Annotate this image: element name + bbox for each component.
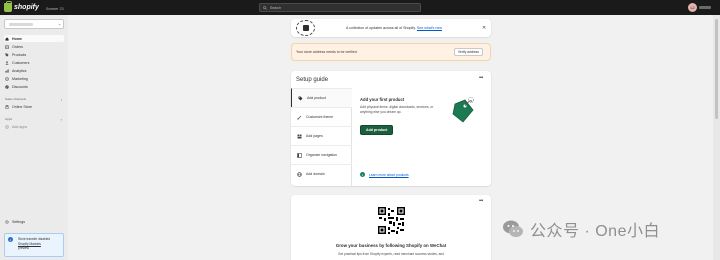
search-input[interactable] xyxy=(270,5,410,10)
pages-icon xyxy=(297,134,302,139)
banner-message: A collection of updates across all of Sh… xyxy=(346,26,416,30)
step-add-domain[interactable]: Add domain xyxy=(291,164,352,183)
wechat-watermark: 公众号 · One小白 xyxy=(502,217,660,241)
setup-guide-card: Setup guide ••• Add product Customize th… xyxy=(291,71,491,186)
sidebar-item-label: Add apps xyxy=(12,124,28,129)
chevron-right-icon: › xyxy=(60,96,62,102)
sidebar-item-label: Products xyxy=(12,52,27,57)
info-icon: i xyxy=(360,172,365,177)
chart-icon xyxy=(5,68,9,73)
wechat-logo-icon xyxy=(503,220,523,237)
top-bar: shopify Summer '23 LJ xyxy=(0,0,720,15)
apps-header[interactable]: Apps › xyxy=(5,116,62,122)
step-detail-title: Add your first product xyxy=(360,97,405,102)
store-icon xyxy=(5,104,9,109)
page-scrollbar[interactable] xyxy=(713,15,720,260)
brush-icon xyxy=(297,115,302,120)
sidebar-item-products[interactable]: Products xyxy=(4,51,64,58)
orders-icon xyxy=(5,45,9,49)
sidebar-item-home[interactable]: Home xyxy=(4,35,64,42)
step-label: Customize theme xyxy=(306,115,334,119)
navigation-icon xyxy=(297,152,302,158)
person-icon xyxy=(5,60,9,65)
wechat-card: ••• Grow your business by following Shop… xyxy=(291,195,491,260)
brand-name: shopify xyxy=(14,4,39,11)
sidebar: ⌄ Home Orders Products Customers Analyti… xyxy=(0,15,68,260)
sidebar-item-analytics[interactable]: Analytics xyxy=(4,67,64,74)
banner-text: A collection of updates across all of Sh… xyxy=(346,26,442,30)
sidebar-item-settings[interactable]: Settings xyxy=(4,218,64,225)
store-selector[interactable]: ⌄ xyxy=(4,19,64,29)
sidebar-item-label: Customers xyxy=(12,60,30,65)
setup-steps-list: Add product Customize theme Add pages Or… xyxy=(291,88,352,186)
step-organize-navigation[interactable]: Organize navigation xyxy=(291,145,352,164)
chevron-right-icon: › xyxy=(60,116,62,122)
target-icon xyxy=(5,76,9,81)
sidebar-item-orders[interactable]: Orders xyxy=(4,43,64,50)
setup-guide-title: Setup guide xyxy=(296,77,329,83)
sidebar-item-customers[interactable]: Customers xyxy=(4,59,64,66)
sidebar-item-add-apps[interactable]: Add apps xyxy=(4,123,64,130)
verify-message: Your store address needs to be verified xyxy=(296,50,357,54)
watermark-text: 公众号 · One小白 xyxy=(530,223,660,240)
tag-icon xyxy=(5,52,9,57)
plus-icon xyxy=(5,124,9,129)
search-bar[interactable] xyxy=(259,3,421,12)
editions-illustration xyxy=(296,20,315,36)
chevron-down-icon: ⌄ xyxy=(58,21,62,26)
step-label: Organize navigation xyxy=(306,153,338,157)
verify-address-banner: Your store address needs to be verified … xyxy=(291,43,491,61)
user-menu[interactable]: LJ xyxy=(688,3,711,12)
step-label: Add product xyxy=(307,96,326,100)
search-icon xyxy=(263,5,267,10)
avatar: LJ xyxy=(688,3,697,12)
user-name-redacted xyxy=(699,6,711,9)
notice-preview-text: preview xyxy=(18,246,29,251)
scrollbar-thumb[interactable] xyxy=(715,19,718,119)
sidebar-item-label: Settings xyxy=(12,219,25,224)
home-icon xyxy=(5,36,9,41)
step-customize-theme[interactable]: Customize theme xyxy=(291,107,352,126)
gear-icon xyxy=(5,219,9,224)
sidebar-item-label: Orders xyxy=(12,44,23,49)
sidebar-item-marketing[interactable]: Marketing xyxy=(4,75,64,82)
discount-icon xyxy=(5,84,9,89)
verify-address-button[interactable]: Verify address xyxy=(454,48,483,56)
store-name-redacted xyxy=(9,23,33,26)
more-actions-icon[interactable]: ••• xyxy=(479,198,483,204)
sidebar-item-online-store[interactable]: Online Store xyxy=(4,103,64,110)
sidebar-item-label: Discounts xyxy=(12,84,28,89)
see-whats-new-link[interactable]: See what's new xyxy=(417,26,442,30)
add-product-button[interactable]: Add product xyxy=(360,125,394,135)
section-label: Apps xyxy=(5,117,13,121)
learn-more-link[interactable]: Learn more about products xyxy=(369,173,409,177)
edition-label: Summer '23 xyxy=(45,6,64,11)
learn-more-row: i Learn more about products xyxy=(360,172,409,177)
qr-code-image xyxy=(377,206,406,235)
shopify-logo[interactable]: shopify Summer '23 xyxy=(4,1,64,12)
sidebar-item-label: Marketing xyxy=(12,76,28,81)
step-detail-description: Add physical items, digital downloads, s… xyxy=(360,105,434,114)
sidebar-item-label: Analytics xyxy=(12,68,27,73)
info-icon: i xyxy=(8,237,13,242)
shopify-bag-icon xyxy=(4,1,12,12)
close-icon[interactable]: ✕ xyxy=(482,25,486,31)
globe-icon xyxy=(297,171,302,177)
sidebar-item-discounts[interactable]: Discounts xyxy=(4,83,64,90)
product-tag-illustration xyxy=(452,97,474,123)
wechat-description: Get practical tips from Shopify experts,… xyxy=(338,252,444,256)
step-label: Add pages xyxy=(306,134,323,138)
store-transfer-notice: i Store transfer disabled Shopify Market… xyxy=(4,233,64,257)
step-add-pages[interactable]: Add pages xyxy=(291,126,352,145)
step-label: Add domain xyxy=(306,172,325,176)
sidebar-item-label: Online Store xyxy=(12,104,32,109)
step-add-product[interactable]: Add product xyxy=(291,88,352,107)
wechat-title: Grow your business by following Shopify … xyxy=(335,243,447,248)
section-label: Sales channels xyxy=(5,97,26,101)
more-actions-icon[interactable]: ••• xyxy=(479,75,483,81)
sidebar-item-label: Home xyxy=(12,36,22,41)
tag-icon xyxy=(298,96,303,101)
sales-channels-header[interactable]: Sales channels › xyxy=(5,96,62,102)
whats-new-banner: A collection of updates across all of Sh… xyxy=(291,19,491,37)
